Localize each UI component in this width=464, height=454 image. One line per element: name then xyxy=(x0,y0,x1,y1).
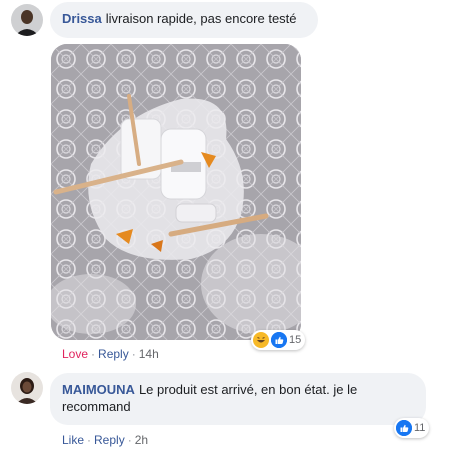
comment-author[interactable]: Drissa xyxy=(62,11,102,26)
love-button[interactable]: Love xyxy=(62,347,88,361)
separator: · xyxy=(87,433,92,447)
timestamp[interactable]: 2h xyxy=(135,433,148,447)
reply-button[interactable]: Reply xyxy=(94,433,125,447)
like-button[interactable]: Like xyxy=(62,433,84,447)
comment-text: livraison rapide, pas encore testé xyxy=(105,11,297,26)
reaction-count: 15 xyxy=(289,334,302,346)
haha-icon xyxy=(253,332,269,348)
separator: · xyxy=(131,347,136,361)
like-icon xyxy=(396,420,412,436)
timestamp[interactable]: 14h xyxy=(139,347,159,361)
reaction-summary[interactable]: 11 xyxy=(394,418,430,438)
avatar-drissa[interactable] xyxy=(11,4,43,36)
comment-text: Le produit est arrivé, en bon état. je l… xyxy=(138,382,358,397)
comment-bubble-maimouna: MAIMOUNA Le produit est arrivé, en bon ét… xyxy=(50,373,426,425)
comment-actions: Like · Reply · 2h xyxy=(62,433,148,447)
reply-button[interactable]: Reply xyxy=(98,347,129,361)
separator: · xyxy=(91,347,96,361)
reaction-count: 11 xyxy=(414,422,426,434)
comment-photo[interactable] xyxy=(51,44,301,340)
like-icon xyxy=(271,332,287,348)
comment-author[interactable]: MAIMOUNA xyxy=(62,382,135,397)
comment-bubble-drissa: Drissa livraison rapide, pas encore testé xyxy=(50,2,318,38)
separator: · xyxy=(127,433,132,447)
avatar-maimouna[interactable] xyxy=(11,372,43,404)
comment-text-continued: recommand xyxy=(62,399,131,414)
comment-actions: Love · Reply · 14h xyxy=(62,347,159,361)
reaction-summary[interactable]: 15 xyxy=(251,330,306,350)
